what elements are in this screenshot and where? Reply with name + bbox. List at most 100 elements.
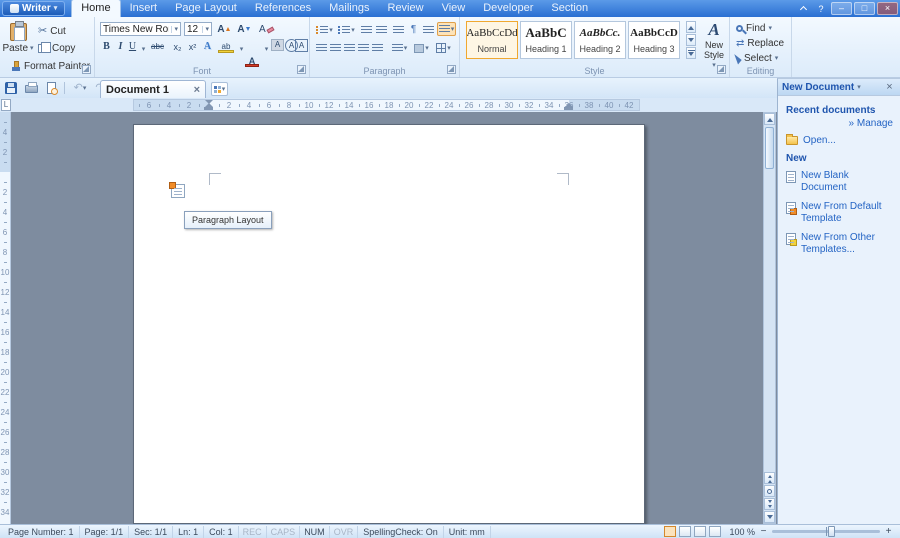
line-spacing-button[interactable]: ▾ bbox=[390, 41, 409, 55]
tab-view[interactable]: View bbox=[433, 0, 475, 17]
collapse-ribbon-button[interactable] bbox=[795, 2, 811, 15]
shading-button[interactable]: ▾ bbox=[412, 41, 431, 55]
open-link[interactable]: Open... bbox=[786, 134, 895, 148]
cut-button[interactable]: ✂ Cut bbox=[38, 25, 66, 38]
font-size-combobox[interactable]: 12 ▾ bbox=[184, 22, 212, 36]
asian-layout-button[interactable]: ▾ bbox=[437, 22, 456, 36]
print-preview-button[interactable] bbox=[42, 80, 60, 96]
tab-mailings[interactable]: Mailings bbox=[320, 0, 378, 17]
document-tab[interactable]: Document 1 × bbox=[100, 80, 206, 98]
font-color-button[interactable]: A bbox=[245, 53, 259, 67]
status-indicator-num[interactable]: NUM bbox=[300, 525, 330, 538]
replace-button[interactable]: ⇄ Replace bbox=[736, 37, 784, 50]
close-pane-icon[interactable]: × bbox=[883, 81, 896, 93]
tab-references[interactable]: References bbox=[246, 0, 320, 17]
tab-stop-selector[interactable]: L bbox=[1, 99, 11, 111]
maximize-button[interactable]: □ bbox=[854, 2, 875, 15]
status-indicator-caps[interactable]: CAPS bbox=[267, 525, 301, 538]
help-button[interactable]: ? bbox=[813, 2, 829, 15]
task-pane-header[interactable]: New Document ▾ × bbox=[778, 79, 900, 96]
align-left-button[interactable] bbox=[315, 41, 328, 55]
style-item-heading-2[interactable]: AaBbCc. Heading 2 bbox=[574, 21, 626, 59]
status-indicator-rec[interactable]: REC bbox=[239, 525, 267, 538]
show-formatting-marks-button[interactable]: ¶ bbox=[407, 23, 420, 37]
outline-view-button[interactable] bbox=[709, 526, 722, 537]
zoom-slider-thumb[interactable] bbox=[828, 526, 835, 537]
distribute-button[interactable] bbox=[371, 41, 384, 55]
scroll-down-button[interactable] bbox=[764, 511, 775, 523]
print-layout-view-button[interactable] bbox=[664, 526, 677, 537]
character-border-button[interactable]: A bbox=[295, 39, 308, 52]
character-shading-button[interactable]: A bbox=[271, 39, 284, 51]
new-document-option-1[interactable]: New From Default Template bbox=[786, 201, 895, 226]
close-document-icon[interactable]: × bbox=[194, 84, 200, 95]
font-name-combobox[interactable]: Times New Roman▾ bbox=[100, 22, 181, 36]
strikethrough-button[interactable]: abc bbox=[151, 39, 164, 53]
app-menu-button[interactable]: Writer ▾ bbox=[2, 1, 66, 16]
zoom-in-button[interactable]: + bbox=[883, 526, 894, 537]
shrink-font-button[interactable]: A bbox=[237, 22, 250, 36]
bold-button[interactable]: B bbox=[100, 39, 113, 53]
borders-button[interactable]: ▾ bbox=[434, 41, 453, 55]
web-layout-view-button[interactable] bbox=[694, 526, 707, 537]
vertical-scrollbar[interactable] bbox=[763, 112, 776, 524]
save-button[interactable] bbox=[2, 80, 20, 96]
copy-button[interactable]: Copy bbox=[38, 42, 75, 55]
select-button[interactable]: Select ▾ bbox=[734, 52, 778, 65]
align-center-button[interactable] bbox=[329, 41, 342, 55]
subscript-button[interactable]: x₂ bbox=[171, 39, 184, 53]
decrease-indent-button[interactable] bbox=[360, 23, 373, 37]
horizontal-ruler[interactable]: 6 4 2 2 4 6 8 10 12 14 16 18 20 22 24 26 28 30 32 34 36 38 40 4… bbox=[133, 99, 640, 111]
style-item-normal[interactable]: AaBbCcDd Normal bbox=[466, 21, 518, 59]
next-page-button[interactable] bbox=[764, 498, 775, 510]
tab-review[interactable]: Review bbox=[379, 0, 433, 17]
tab-page-layout[interactable]: Page Layout bbox=[166, 0, 246, 17]
text-direction-button[interactable] bbox=[422, 23, 435, 37]
close-window-button[interactable]: × bbox=[877, 2, 898, 15]
grow-font-button[interactable]: A bbox=[217, 22, 230, 36]
align-right-button[interactable] bbox=[343, 41, 356, 55]
tab-home[interactable]: Home bbox=[71, 0, 121, 17]
style-scroll-down-button[interactable] bbox=[686, 34, 696, 46]
scrollbar-thumb[interactable] bbox=[765, 127, 774, 169]
left-indent-marker[interactable] bbox=[204, 107, 213, 110]
paste-button[interactable]: Paste ▾ bbox=[2, 21, 34, 60]
format-painter-button[interactable]: Format Painter bbox=[10, 60, 90, 73]
fullscreen-view-button[interactable] bbox=[679, 526, 692, 537]
new-document-option-2[interactable]: New From Other Templates... bbox=[786, 232, 895, 257]
bullets-button[interactable]: ▾ bbox=[315, 23, 334, 37]
style-item-heading-3[interactable]: AaBbCcD Heading 3 bbox=[628, 21, 680, 59]
numbering-button[interactable]: ▾ bbox=[337, 23, 356, 37]
underline-options-button[interactable]: ▾ bbox=[137, 39, 150, 53]
scroll-up-button[interactable] bbox=[764, 113, 775, 125]
style-gallery-more-button[interactable] bbox=[686, 47, 696, 59]
font-dialog-launcher[interactable] bbox=[297, 65, 306, 74]
document-page[interactable]: Paragraph Layout bbox=[133, 124, 645, 524]
tab-section[interactable]: Section bbox=[542, 0, 597, 17]
undo-button[interactable]: ↶ ▾ bbox=[71, 80, 89, 96]
vertical-ruler[interactable]: 4 2 2 4 6 8 10 12 14 16 18 20 22 24 26 28 30 32 34 bbox=[0, 112, 11, 524]
print-button[interactable] bbox=[22, 80, 40, 96]
superscript-button[interactable]: x² bbox=[186, 39, 199, 53]
spelling-status[interactable]: SpellingCheck: On bbox=[358, 525, 444, 538]
style-scroll-up-button[interactable] bbox=[686, 21, 696, 33]
paragraph-dialog-launcher[interactable] bbox=[447, 65, 456, 74]
clear-formatting-button[interactable]: A bbox=[259, 22, 275, 36]
highlight-color-button[interactable]: ab bbox=[218, 39, 234, 53]
zoom-slider[interactable] bbox=[772, 526, 880, 537]
sort-button[interactable] bbox=[392, 23, 405, 37]
zoom-out-button[interactable]: − bbox=[758, 526, 769, 537]
justify-button[interactable] bbox=[357, 41, 370, 55]
style-item-heading-1[interactable]: AaBbC Heading 1 bbox=[520, 21, 572, 59]
new-document-tab-button[interactable]: ▾ bbox=[211, 82, 228, 96]
new-document-option-0[interactable]: New Blank Document bbox=[786, 170, 895, 195]
manage-link[interactable]: » Manage bbox=[786, 118, 895, 129]
tab-developer[interactable]: Developer bbox=[474, 0, 542, 17]
paragraph-layout-button[interactable] bbox=[169, 182, 185, 198]
find-button[interactable]: Find ▾ bbox=[736, 22, 772, 35]
status-indicator-ovr[interactable]: OVR bbox=[330, 525, 359, 538]
clipboard-dialog-launcher[interactable] bbox=[82, 65, 91, 74]
text-effects-button[interactable]: A bbox=[201, 39, 214, 53]
highlight-options-button[interactable]: ▾ bbox=[235, 39, 248, 53]
previous-page-button[interactable] bbox=[764, 472, 775, 484]
